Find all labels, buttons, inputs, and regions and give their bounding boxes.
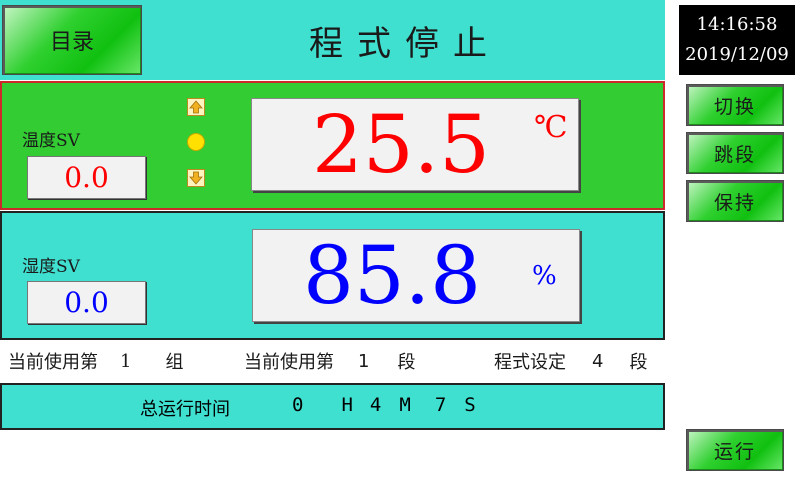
clock-date: 2019/12/09 [685, 44, 789, 65]
runtime-hours: 0 [292, 394, 304, 416]
total-runtime-label: 总运行时间 [140, 399, 230, 420]
hold-button[interactable]: 保持 [686, 180, 784, 222]
run-button[interactable]: 运行 [686, 429, 784, 471]
page-title: 程式停止 [309, 23, 501, 64]
clock-time: 14:16:58 [696, 14, 778, 35]
temperature-value: 25.5 [311, 98, 491, 191]
menu-button-label: 目录 [49, 30, 94, 55]
humidity-sv-label: 湿度SV [22, 257, 80, 277]
arrow-down-icon [187, 169, 205, 187]
clock-display: 14:16:58 2019/12/09 [679, 5, 795, 75]
runtime-minutes: 4 [369, 394, 382, 416]
current-group-number: 1 [120, 350, 132, 372]
program-segment-count: 4 [592, 350, 604, 372]
runtime-seconds: 7 [434, 394, 447, 416]
current-group-info: 当前使用第 1 组 [8, 350, 184, 374]
skip-segment-button[interactable]: 跳段 [686, 132, 784, 174]
temperature-unit: ℃ [534, 110, 568, 145]
program-setting-info: 程式设定 4 段 [494, 350, 648, 374]
total-runtime-value: 0 H 4 M 7 S [292, 394, 476, 416]
bottom-area [0, 430, 665, 482]
switch-button[interactable]: 切换 [686, 84, 784, 126]
current-segment-info: 当前使用第 1 段 [244, 350, 416, 374]
status-lamp-icon [187, 133, 205, 151]
humidity-unit: % [532, 261, 557, 291]
current-segment-number: 1 [358, 350, 370, 372]
temperature-sv-input[interactable]: 0.0 [27, 156, 146, 199]
arrow-up-icon [187, 98, 205, 116]
humidity-sv-input[interactable]: 0.0 [27, 281, 146, 324]
humidity-value: 85.8 [302, 229, 482, 322]
menu-button[interactable]: 目录 [2, 5, 142, 75]
temperature-sv-label: 温度SV [22, 131, 80, 151]
